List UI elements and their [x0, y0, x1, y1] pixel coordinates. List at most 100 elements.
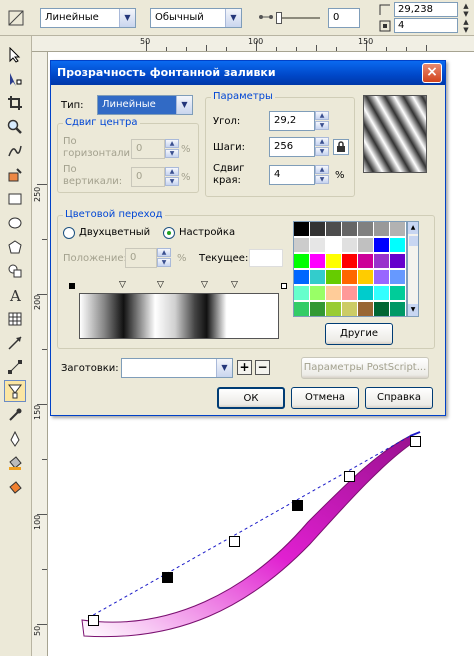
lock-icon[interactable] — [333, 139, 349, 155]
edge-pad-spinner[interactable]: ▲ ▼ — [315, 165, 329, 185]
color-swatch[interactable] — [310, 286, 326, 301]
color-swatch[interactable] — [390, 222, 406, 237]
gradient-preview[interactable] — [363, 95, 427, 173]
color-swatch[interactable] — [358, 286, 374, 301]
color-swatch[interactable] — [326, 302, 342, 316]
angle-spinner[interactable]: ▲ ▼ — [315, 111, 329, 131]
two-color-radio[interactable] — [63, 227, 75, 239]
close-icon[interactable]: × — [422, 63, 442, 83]
color-swatch[interactable] — [294, 270, 310, 285]
color-swatch[interactable] — [374, 254, 390, 269]
spin-icon[interactable]: ▲ ▼ ▲ ▼ — [460, 2, 472, 34]
gradient-node[interactable] — [162, 572, 173, 583]
color-swatch[interactable] — [326, 222, 342, 237]
gradient-node[interactable] — [292, 500, 303, 511]
current-color-swatch[interactable] — [249, 249, 283, 267]
midpoint-marker[interactable]: ▽ — [231, 281, 238, 290]
color-swatch[interactable] — [342, 254, 358, 269]
add-preset-icon[interactable]: + — [237, 360, 252, 375]
color-swatch[interactable] — [294, 222, 310, 237]
color-swatch[interactable] — [374, 238, 390, 253]
steps-spinner[interactable]: ▲ ▼ — [315, 137, 329, 157]
rectangle-icon[interactable] — [4, 188, 26, 210]
dimension-icon[interactable] — [4, 332, 26, 354]
shape-icon[interactable] — [4, 68, 26, 90]
remove-preset-icon[interactable]: − — [255, 360, 270, 375]
color-palette[interactable] — [293, 221, 407, 317]
color-swatch[interactable] — [390, 270, 406, 285]
color-swatch[interactable] — [358, 238, 374, 253]
color-swatch[interactable] — [390, 238, 406, 253]
smart-fill-icon[interactable] — [4, 164, 26, 186]
type-dropdown[interactable]: Линейные ▼ — [97, 95, 193, 115]
slider-thumb[interactable] — [276, 12, 282, 24]
presets-dropdown[interactable]: ▼ — [121, 358, 233, 378]
color-swatch[interactable] — [390, 254, 406, 269]
gradient-type-dropdown[interactable]: Линейные ▼ — [40, 8, 136, 28]
color-swatch[interactable] — [374, 286, 390, 301]
color-swatch[interactable] — [326, 254, 342, 269]
color-swatch[interactable] — [310, 270, 326, 285]
crop-icon[interactable] — [4, 92, 26, 114]
position-input[interactable]: 0 — [125, 248, 157, 268]
vertical-input[interactable]: 0 — [131, 167, 165, 187]
color-swatch[interactable] — [326, 286, 342, 301]
color-swatch[interactable] — [310, 302, 326, 316]
outline-pen-icon[interactable] — [4, 428, 26, 450]
color-swatch[interactable] — [358, 302, 374, 316]
vertical-spinner[interactable]: ▲ ▼ — [165, 167, 179, 187]
edge-pad-input[interactable]: 4 — [269, 165, 315, 185]
midpoint-marker[interactable]: ▽ — [201, 281, 208, 290]
color-swatch[interactable] — [358, 254, 374, 269]
eyedropper-icon[interactable] — [4, 404, 26, 426]
midpoint-marker[interactable]: ▽ — [157, 281, 164, 290]
gradient-node[interactable] — [88, 615, 99, 626]
merge-mode-dropdown[interactable]: Обычный ▼ — [150, 8, 242, 28]
connector-icon[interactable] — [4, 356, 26, 378]
gradient-end-node[interactable] — [410, 436, 421, 447]
ellipse-icon[interactable] — [4, 212, 26, 234]
color-swatch[interactable] — [294, 286, 310, 301]
polygon-icon[interactable] — [4, 236, 26, 258]
zoom-icon[interactable] — [4, 116, 26, 138]
transparency-icon[interactable] — [4, 380, 26, 402]
color-swatch[interactable] — [310, 238, 326, 253]
color-swatch[interactable] — [326, 270, 342, 285]
color-swatch[interactable] — [342, 286, 358, 301]
fill-icon[interactable] — [4, 452, 26, 474]
midpoint-input[interactable]: 0 — [328, 8, 360, 28]
ok-button[interactable]: ОК — [217, 387, 285, 409]
end-color-marker[interactable] — [281, 283, 287, 289]
midpoint-marker[interactable]: ▽ — [119, 281, 126, 290]
color-swatch[interactable] — [390, 302, 406, 316]
interactive-fill-icon[interactable] — [4, 476, 26, 498]
color-swatch[interactable] — [310, 254, 326, 269]
custom-radio[interactable] — [163, 227, 175, 239]
color-swatch[interactable] — [374, 222, 390, 237]
text-icon[interactable]: A — [4, 284, 26, 306]
palette-scrollbar[interactable]: ▲ ▼ — [407, 221, 419, 317]
angle-input[interactable]: 29,238 — [394, 2, 458, 17]
steps-input[interactable]: 256 — [269, 137, 315, 157]
color-swatch[interactable] — [390, 286, 406, 301]
color-swatch[interactable] — [358, 222, 374, 237]
edge-pad-input[interactable]: 4 — [394, 18, 458, 33]
color-swatch[interactable] — [294, 254, 310, 269]
color-swatch[interactable] — [358, 270, 374, 285]
color-swatch[interactable] — [342, 270, 358, 285]
basic-shapes-icon[interactable] — [4, 260, 26, 282]
color-swatch[interactable] — [374, 302, 390, 316]
color-swatch[interactable] — [294, 302, 310, 316]
gradient-node[interactable] — [344, 471, 355, 482]
cancel-button[interactable]: Отмена — [291, 387, 359, 409]
color-swatch[interactable] — [310, 222, 326, 237]
color-swatch[interactable] — [342, 222, 358, 237]
color-swatch[interactable] — [342, 302, 358, 316]
dialog-title-bar[interactable]: Прозрачность фонтанной заливки × — [51, 61, 445, 85]
others-button[interactable]: Другие — [325, 323, 393, 345]
horizontal-input[interactable]: 0 — [131, 139, 165, 159]
gradient-ramp[interactable] — [79, 293, 279, 339]
pointer-icon[interactable] — [4, 44, 26, 66]
help-button[interactable]: Справка — [365, 387, 433, 409]
gradient-node[interactable] — [229, 536, 240, 547]
